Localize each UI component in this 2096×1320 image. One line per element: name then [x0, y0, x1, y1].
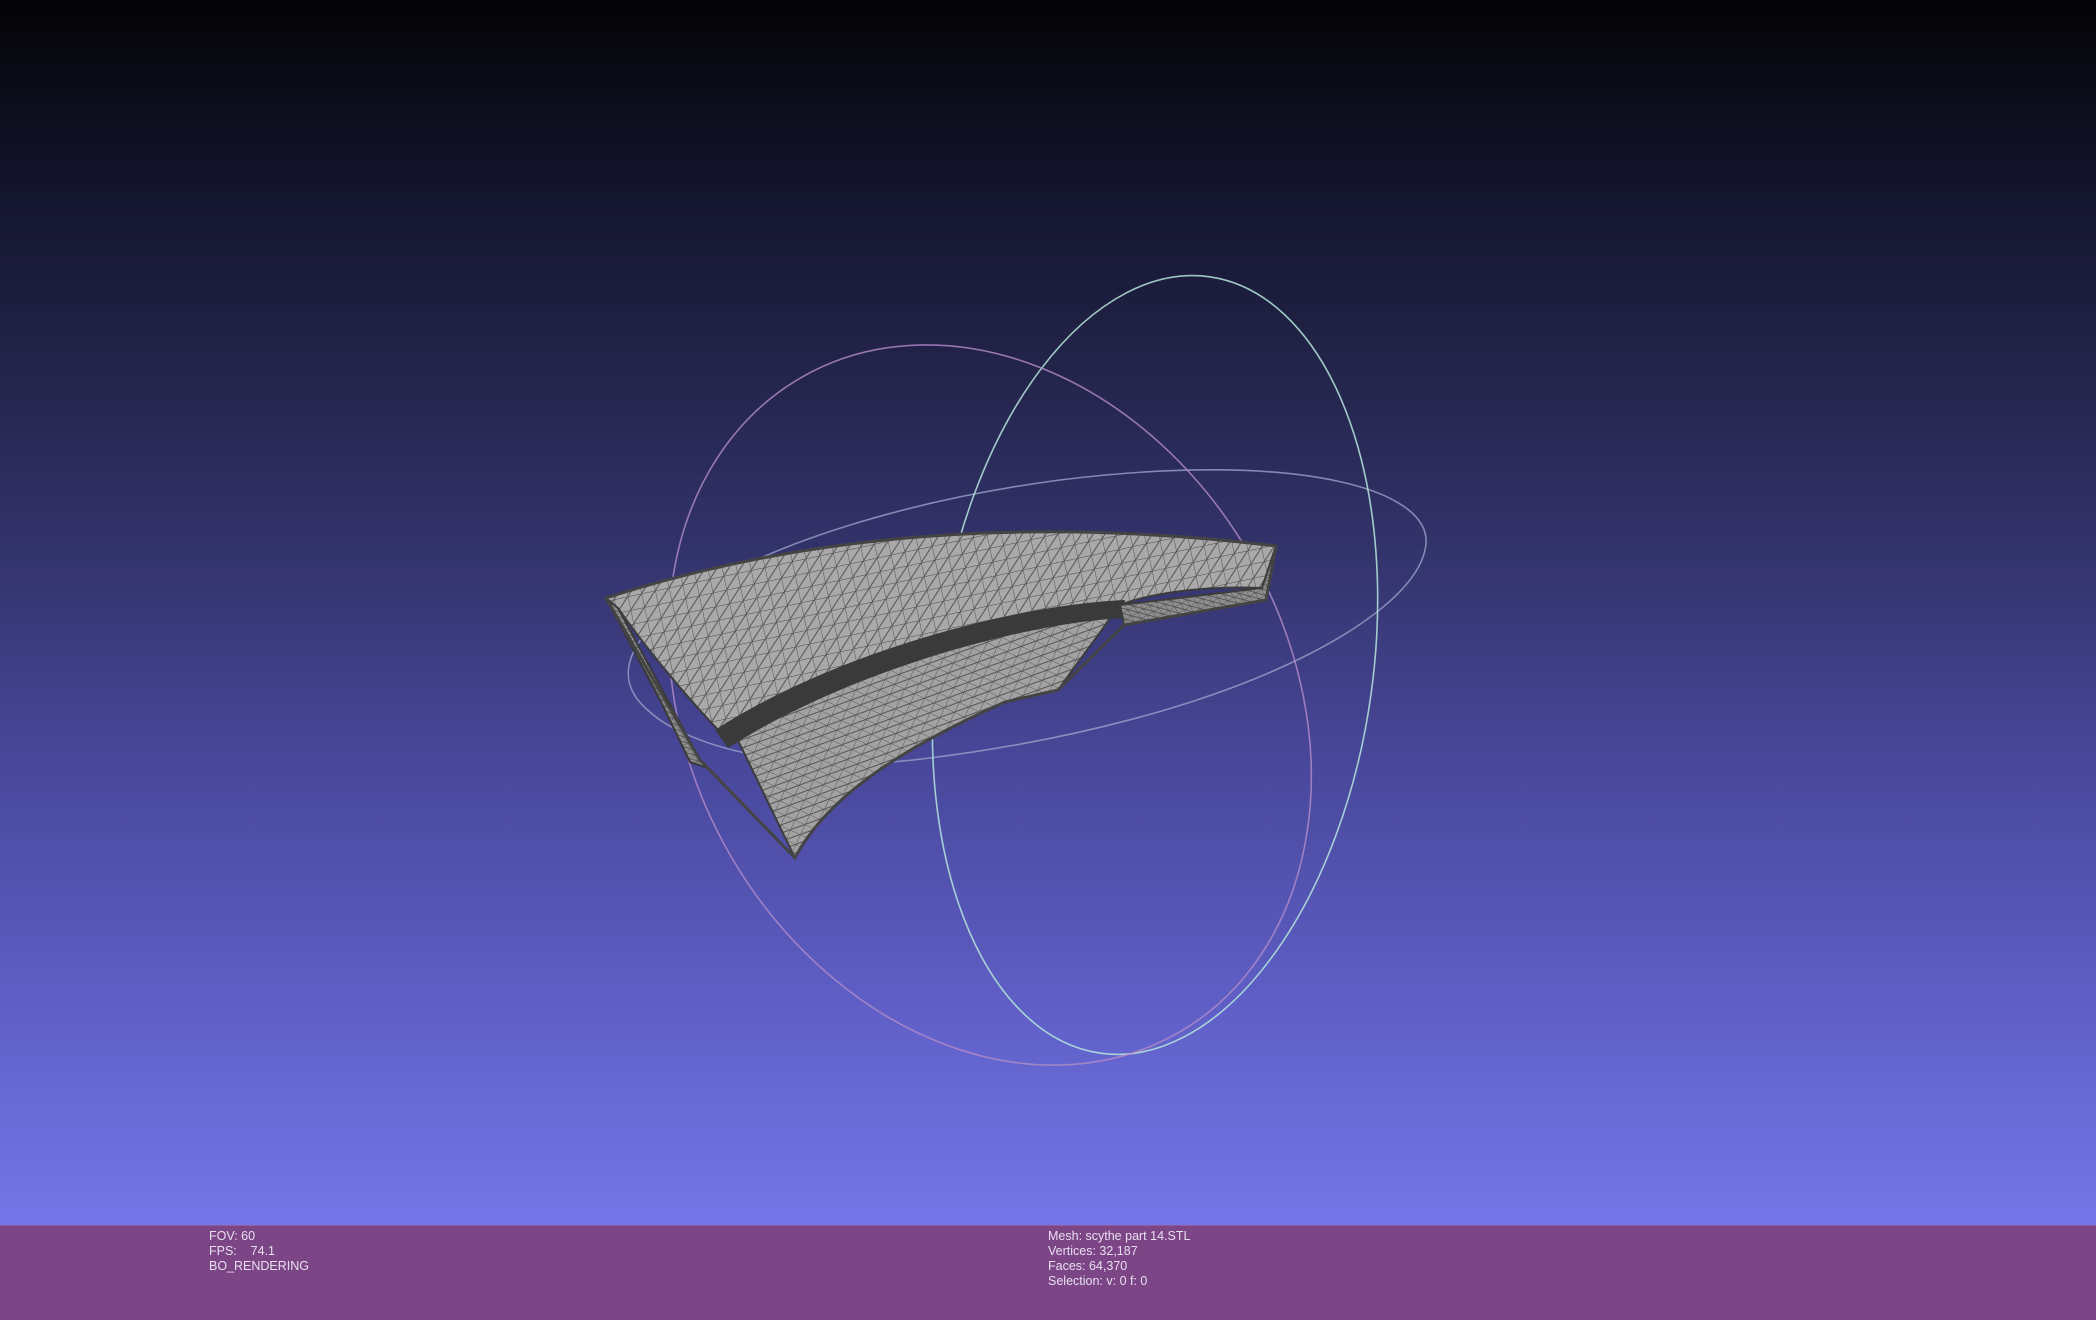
render-mode-label: BO_RENDERING	[209, 1259, 310, 1273]
status-info-bar: FOV: 60 FPS: 74.1 BO_RENDERING Mesh: scy…	[0, 1225, 2096, 1320]
fps-label: FPS: 74.1	[209, 1244, 276, 1258]
render-info-panel: FOV: 60 FPS: 74.1 BO_RENDERING	[209, 1229, 309, 1274]
faces-count-label: Faces: 64,370	[1048, 1259, 1128, 1273]
mesh-info-panel: Mesh: scythe part 14.STL Vertices: 32,18…	[1048, 1229, 1190, 1289]
fov-label: FOV: 60	[209, 1229, 256, 1243]
meshlab-window: FOV: 60 FPS: 74.1 BO_RENDERING Mesh: scy…	[0, 0, 2096, 1320]
3d-viewport[interactable]	[0, 0, 2096, 1225]
selection-label: Selection: v: 0 f: 0	[1048, 1274, 1148, 1288]
scene-canvas[interactable]	[0, 0, 2096, 1225]
mesh-name-label: Mesh: scythe part 14.STL	[1048, 1229, 1191, 1243]
vertices-count-label: Vertices: 32,187	[1048, 1244, 1138, 1258]
